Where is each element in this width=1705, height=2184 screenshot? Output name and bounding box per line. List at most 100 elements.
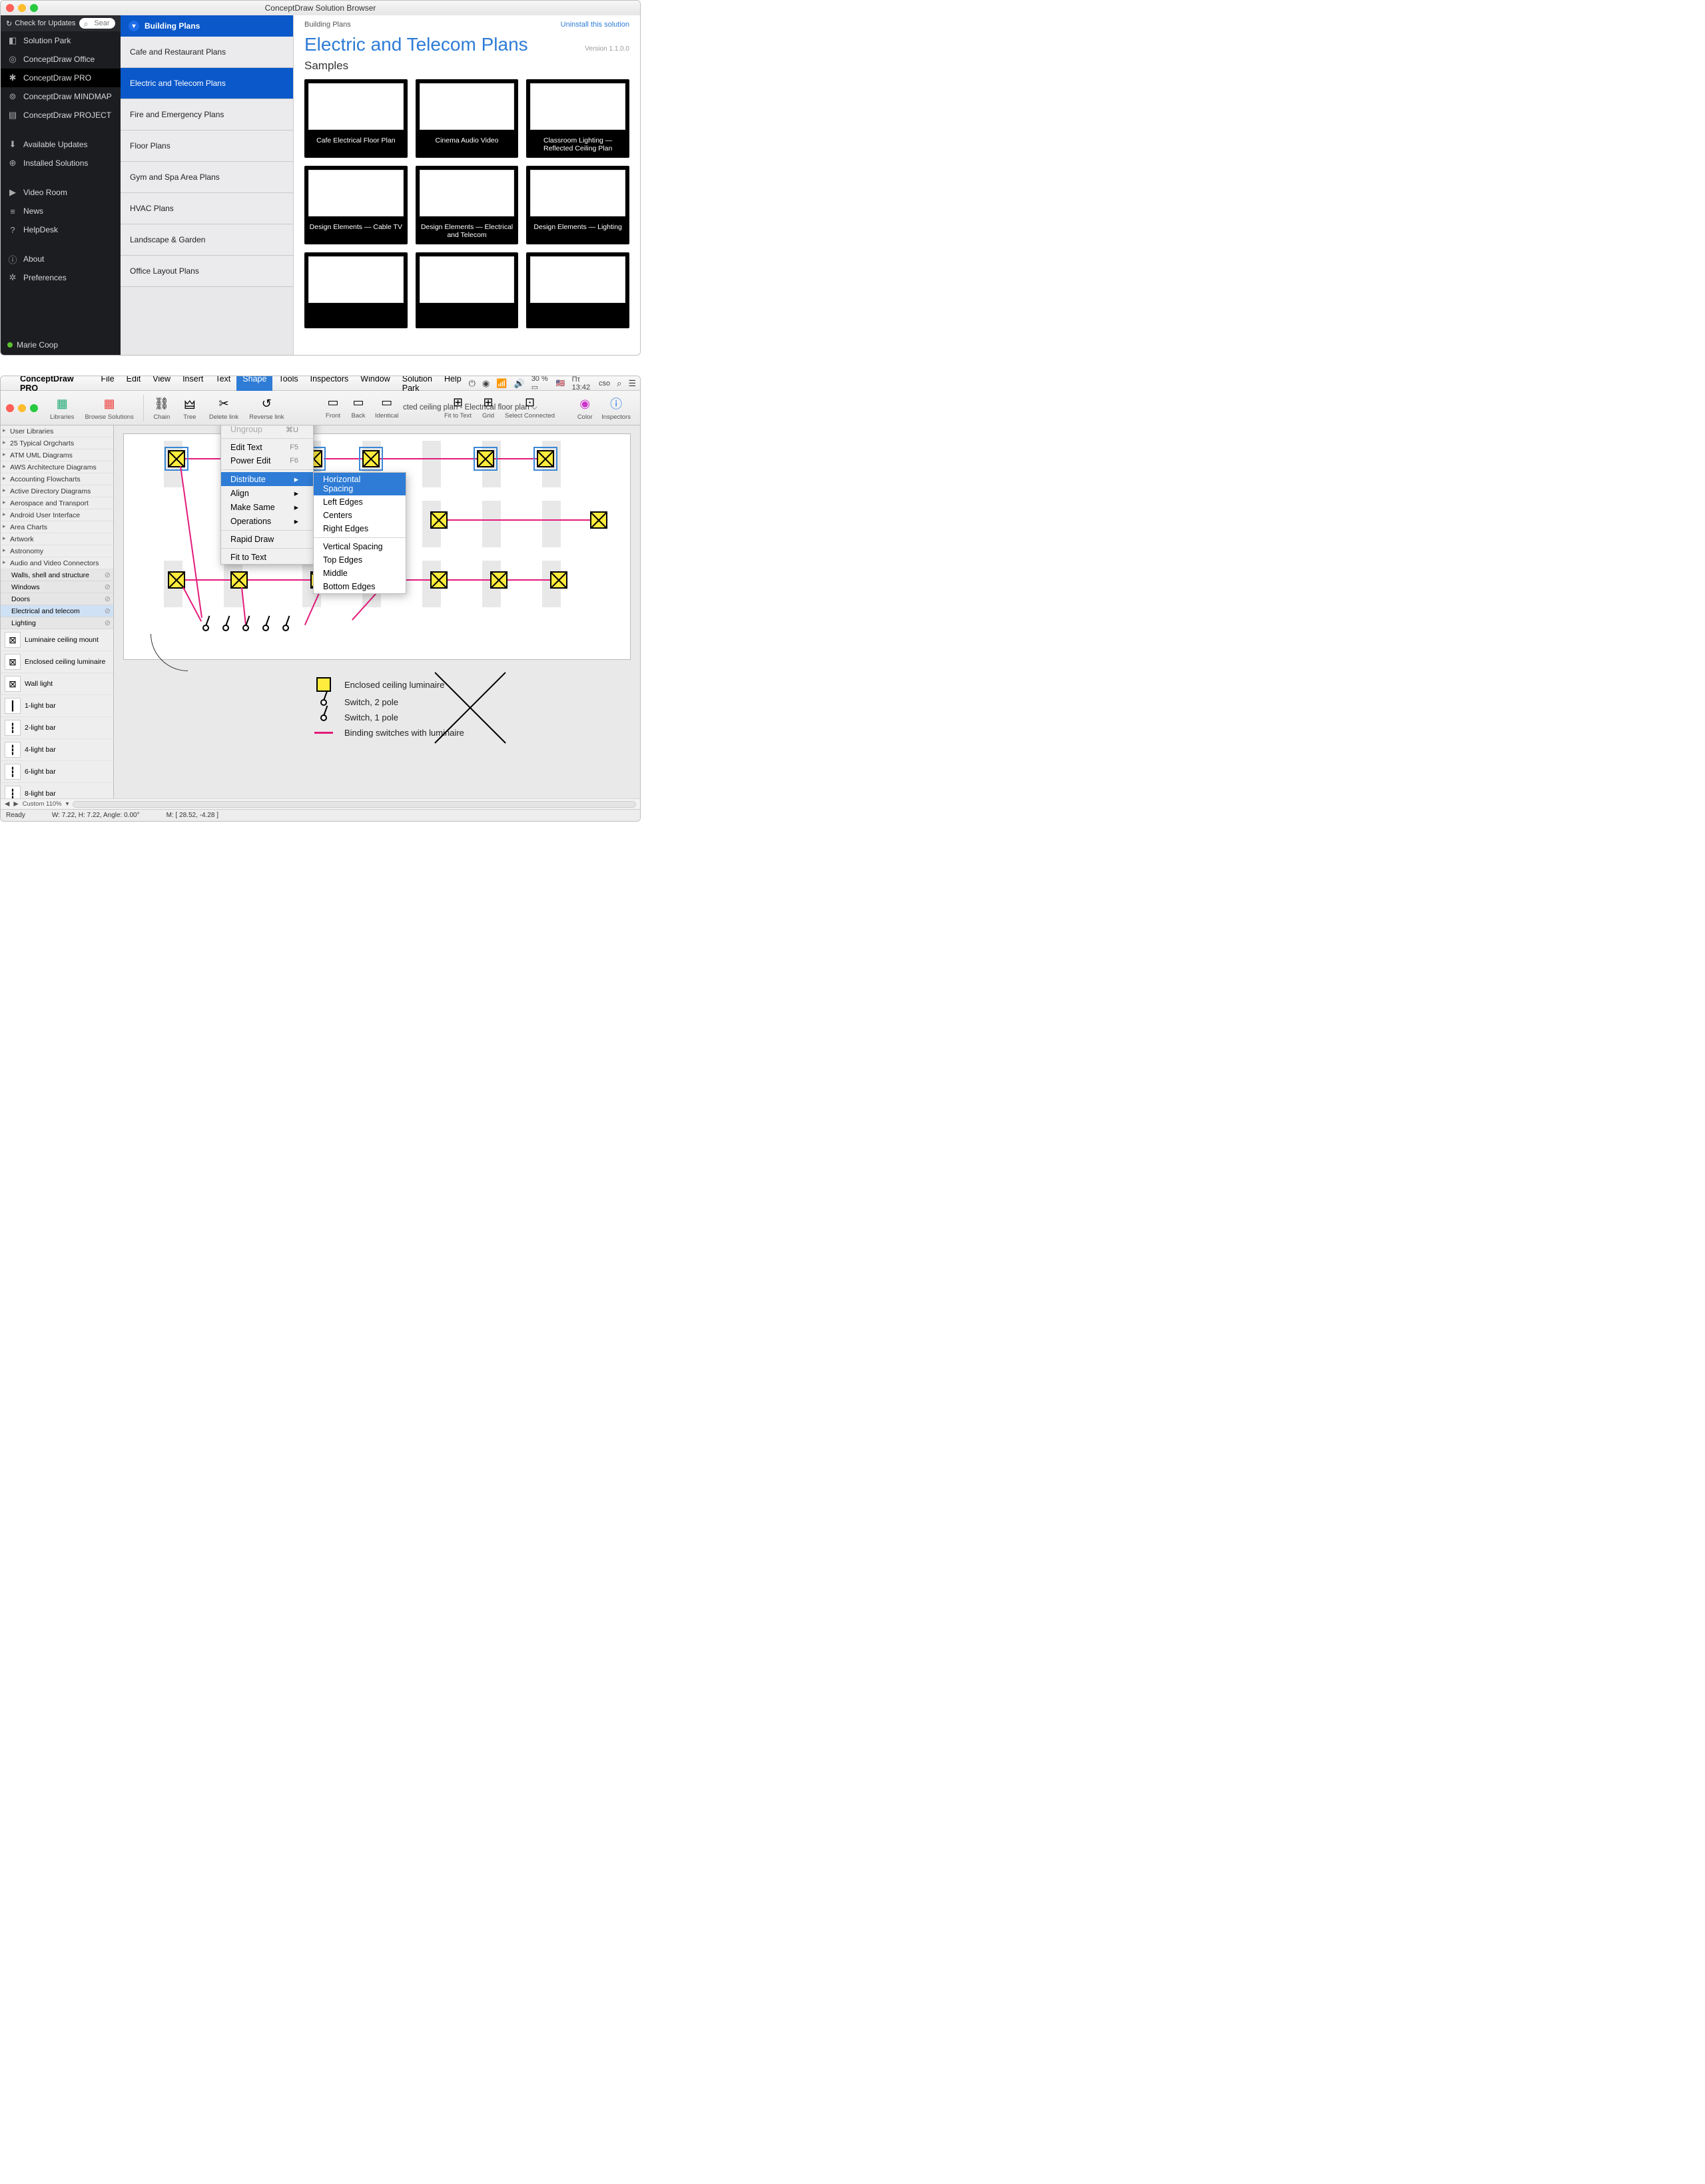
sidebar-item[interactable]: ⓘAbout — [1, 250, 121, 268]
submenu-item[interactable]: Bottom Edges — [314, 580, 406, 593]
minimize-icon[interactable] — [18, 404, 26, 412]
library-item[interactable]: Audio and Video Connectors — [1, 557, 113, 569]
sidebar-item[interactable]: ▤ConceptDraw PROJECT — [1, 106, 121, 125]
sample-tile[interactable]: Classroom Lighting — Reflected Ceiling P… — [526, 79, 629, 158]
maximize-icon[interactable] — [30, 404, 38, 412]
search-input[interactable] — [79, 18, 115, 29]
submenu-item[interactable]: Right Edges — [314, 522, 406, 535]
volume-icon[interactable]: 🔊 — [514, 378, 525, 389]
close-icon[interactable]: ⊘ — [105, 607, 111, 615]
canvas-area[interactable]: Enclosed ceiling luminaire Switch, 2 pol… — [114, 425, 640, 798]
tb-fit-to-text[interactable]: ⊞Fit to Text — [440, 394, 476, 419]
category-item[interactable]: Floor Plans — [121, 131, 293, 162]
submenu-item[interactable]: Left Edges — [314, 495, 406, 509]
flag-icon[interactable]: 🇺🇸 — [556, 379, 565, 388]
shape-item[interactable]: ┃1-light bar — [1, 695, 113, 717]
check-updates-button[interactable]: ↻ Check for Updates — [6, 19, 75, 28]
titlebar[interactable]: ConceptDraw Solution Browser — [1, 1, 640, 15]
luminaire[interactable] — [537, 450, 554, 467]
sublibrary-item[interactable]: Lighting⊘ — [1, 617, 113, 629]
tb-identical[interactable]: ▭Identical — [371, 394, 402, 419]
menu-item[interactable]: Power EditF6 — [221, 454, 313, 467]
luminaire[interactable] — [590, 511, 607, 529]
menu-item[interactable]: Align▸ — [221, 486, 313, 500]
shape-item[interactable]: ┇2-light bar — [1, 717, 113, 739]
signal-icon[interactable]: 📶 — [496, 378, 507, 389]
submenu-item[interactable]: Top Edges — [314, 553, 406, 567]
close-icon[interactable] — [6, 4, 14, 12]
h-scrollbar[interactable] — [73, 801, 636, 808]
sample-tile[interactable] — [526, 252, 629, 328]
menu-item[interactable]: Fit to Text — [221, 551, 313, 564]
category-item[interactable]: Landscape & Garden — [121, 224, 293, 256]
tb-tree[interactable]: 🜲Tree — [177, 395, 202, 421]
menu-icon[interactable]: ☰ — [628, 378, 636, 389]
sublibrary-item[interactable]: Electrical and telecom⊘ — [1, 605, 113, 617]
category-item[interactable]: Gym and Spa Area Plans — [121, 162, 293, 193]
luminaire[interactable] — [477, 450, 494, 467]
submenu-item[interactable]: Middle — [314, 567, 406, 580]
menu-item[interactable]: Rapid Draw — [221, 533, 313, 546]
submenu-item[interactable]: Centers — [314, 509, 406, 522]
tb-select-connected[interactable]: ⊡Select Connected — [501, 394, 559, 419]
sample-tile[interactable]: Design Elements — Lighting — [526, 166, 629, 244]
maximize-icon[interactable] — [30, 4, 38, 12]
tb-grid[interactable]: ⊞Grid — [476, 394, 501, 419]
library-item[interactable]: User Libraries — [1, 425, 113, 437]
switch[interactable] — [222, 625, 229, 631]
menu-item[interactable]: Operations▸ — [221, 514, 313, 528]
sidebar-item[interactable]: ▶Video Room — [1, 183, 121, 202]
sample-tile[interactable]: Design Elements — Cable TV — [304, 166, 408, 244]
shape-item[interactable]: ⊠Luminaire ceiling mount — [1, 629, 113, 651]
sublibrary-item[interactable]: Windows⊘ — [1, 581, 113, 593]
sample-tile[interactable] — [304, 252, 408, 328]
tb-color[interactable]: ◉Color — [572, 395, 597, 421]
library-item[interactable]: Accounting Flowcharts — [1, 473, 113, 485]
tb-browse-solutions[interactable]: ▦Browse Solutions — [81, 395, 137, 421]
library-item[interactable]: Astronomy — [1, 545, 113, 557]
luminaire[interactable] — [430, 571, 448, 589]
category-item[interactable]: Fire and Emergency Plans — [121, 99, 293, 131]
wifi-icon[interactable]: ◉ — [482, 378, 490, 389]
tb-front[interactable]: ▭Front — [320, 394, 346, 419]
shape-item[interactable]: ⊠Wall light — [1, 673, 113, 695]
user-status[interactable]: Marie Coop — [1, 335, 121, 355]
close-icon[interactable]: ⊘ — [105, 571, 111, 579]
category-item[interactable]: Office Layout Plans — [121, 256, 293, 287]
shape-item[interactable]: ┇8-light bar — [1, 783, 113, 798]
sidebar-item[interactable]: ✱ConceptDraw PRO — [1, 69, 121, 87]
sample-tile[interactable]: Design Elements — Electrical and Telecom — [416, 166, 519, 244]
sidebar-item[interactable]: ⊚ConceptDraw MINDMAP — [1, 87, 121, 106]
uninstall-link[interactable]: Uninstall this solution — [561, 21, 629, 29]
switch[interactable] — [202, 625, 209, 631]
minimize-icon[interactable] — [18, 4, 26, 12]
sample-tile[interactable]: Cinema Audio Video — [416, 79, 519, 158]
menu-item[interactable]: Distribute▸ — [221, 472, 313, 486]
tb-inspectors[interactable]: ⓘInspectors — [597, 395, 635, 421]
sidebar-item[interactable]: ✲Preferences — [1, 268, 121, 287]
luminaire[interactable] — [550, 571, 567, 589]
switch[interactable] — [242, 625, 249, 631]
luminaire[interactable] — [490, 571, 508, 589]
zoom-bar[interactable]: ◀▶ Custom 110%▾ — [1, 798, 640, 809]
library-item[interactable]: Active Directory Diagrams — [1, 485, 113, 497]
shape-item[interactable]: ⊠Enclosed ceiling luminaire — [1, 651, 113, 673]
library-item[interactable]: AWS Architecture Diagrams — [1, 461, 113, 473]
library-item[interactable]: Android User Interface — [1, 509, 113, 521]
sidebar-item[interactable]: ⊕Installed Solutions — [1, 154, 121, 172]
luminaire[interactable] — [430, 511, 448, 529]
tb-libraries[interactable]: ▦Libraries — [46, 395, 78, 421]
sidebar-item[interactable]: ?HelpDesk — [1, 220, 121, 239]
sidebar-item[interactable]: ≡News — [1, 202, 121, 220]
shape-item[interactable]: ┇4-light bar — [1, 739, 113, 761]
close-icon[interactable]: ⊘ — [105, 583, 111, 591]
category-item[interactable]: Electric and Telecom Plans — [121, 68, 293, 99]
submenu-item[interactable]: Vertical Spacing — [314, 540, 406, 553]
library-item[interactable]: Artwork — [1, 533, 113, 545]
category-header[interactable]: ▾ Building Plans — [121, 15, 293, 37]
category-item[interactable]: HVAC Plans — [121, 193, 293, 224]
close-icon[interactable]: ⊘ — [105, 595, 111, 603]
luminaire[interactable] — [362, 450, 380, 467]
sidebar-item[interactable]: ◎ConceptDraw Office — [1, 50, 121, 69]
switch[interactable] — [282, 625, 289, 631]
